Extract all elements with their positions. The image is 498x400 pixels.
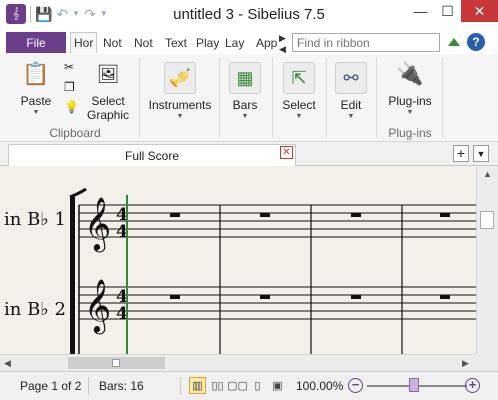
select-dropdown-icon: ▼ (295, 113, 303, 120)
bars-dropdown-icon: ▼ (241, 113, 249, 120)
title-bar: 𝄞 💾 ↶ ▼ ↷ ▼ untitled 3 - Sibelius 7.5 — … (0, 0, 498, 30)
zoom-out-icon[interactable]: − (348, 378, 363, 393)
select-label: Select (282, 98, 316, 112)
vertical-scroll-thumb[interactable] (480, 211, 494, 229)
select-button[interactable]: ⇱ Select ▼ (280, 62, 318, 122)
tab-play[interactable]: Play (193, 32, 219, 53)
status-bar: Page 1 of 2 Bars: 16 ▥ ▯▯ ▢▢ ▯ ▣ 100.00%… (0, 371, 498, 400)
group-divider (442, 58, 443, 138)
scroll-right-icon[interactable]: ▶ (462, 358, 469, 369)
zoom-slider-thumb[interactable] (409, 378, 419, 392)
scroll-grip (112, 359, 120, 367)
paste-dropdown-icon: ▼ (32, 109, 40, 116)
system-bracket (70, 197, 75, 354)
tab-note-input[interactable]: Not (100, 32, 128, 53)
close-tab-icon[interactable]: ✕ (280, 146, 293, 159)
status-divider (180, 377, 181, 395)
collapse-ribbon-icon[interactable] (448, 38, 460, 46)
ribbon-panel: 📋 Paste ▼ ✂ ❐ 💡 🖼 Select Graphic Clipboa… (0, 54, 498, 142)
plugins-label: Plug-ins (388, 94, 432, 108)
spreads-vertical-icon[interactable]: ▢▢ (227, 377, 248, 394)
plugins-dropdown-icon: ▼ (406, 109, 414, 116)
ribbon-search-input[interactable] (292, 33, 440, 52)
plugins-group-label: Plug-ins (388, 126, 432, 140)
lightbulb-icon[interactable]: 💡 (64, 100, 79, 114)
tab-text[interactable]: Text (162, 32, 192, 53)
tab-full-score[interactable]: Full Score (8, 144, 296, 166)
document-tab-bar: Full Score ✕ + ▼ (0, 142, 498, 166)
staff-1-rests (170, 213, 450, 217)
select-graphic-label-1: Select (91, 94, 125, 108)
tab-menu-dropdown-icon[interactable]: ▼ (473, 145, 489, 162)
status-divider (88, 377, 89, 395)
paste-label: Paste (20, 94, 52, 108)
group-divider (272, 58, 273, 138)
panorama-view-icon[interactable]: ▥ (189, 377, 206, 394)
tab-appearance[interactable]: App (253, 32, 279, 53)
tab-notations[interactable]: Not (131, 32, 160, 53)
plugins-button[interactable]: 🔌 Plug-ins ▼ (384, 58, 436, 118)
help-icon[interactable]: ? (467, 33, 485, 51)
maximize-button[interactable]: ☐ (434, 0, 461, 22)
horizontal-scrollbar[interactable]: ◀ ▶ (0, 354, 476, 371)
edit-button[interactable]: ⚯ Edit ▼ (332, 62, 370, 122)
scroll-left-icon[interactable]: ◀ (4, 358, 11, 369)
select-graphic-label-2: Graphic (86, 108, 130, 122)
treble-clef-icon: 𝄞 (84, 278, 111, 334)
tab-file[interactable]: File (6, 32, 66, 53)
tab-layout[interactable]: Lay (222, 32, 250, 53)
select-graphic-icon: 🖼 (96, 63, 120, 84)
clipboard-group-label: Clipboard (49, 126, 101, 140)
group-divider (139, 58, 140, 138)
tab-scroll-arrow-icon[interactable]: ▶ ◀ (279, 33, 289, 54)
score-svg: 𝄞 𝄞 4 4 4 4 (69, 187, 476, 354)
vertical-scrollbar[interactable]: ▲ (476, 167, 498, 355)
cut-icon[interactable]: ✂ (64, 60, 79, 74)
staff-1-name: in B♭ 1 (4, 209, 66, 230)
horizontal-scroll-thumb[interactable] (68, 357, 165, 369)
full-score-tab-label: Full Score (124, 148, 180, 163)
bars-button[interactable]: ▦ Bars ▼ (226, 62, 264, 122)
plug-icon: 🔌 (396, 61, 424, 86)
paste-button[interactable]: 📋 Paste ▼ (14, 58, 58, 118)
scroll-up-icon[interactable]: ▲ (483, 169, 492, 179)
single-page-icon[interactable]: ▯ (249, 377, 266, 394)
full-screen-icon[interactable]: ▣ (269, 377, 286, 394)
staff-2-name: in B♭ 2 (4, 299, 66, 320)
scroll-corner (476, 354, 498, 371)
select-graphic-button[interactable]: 🖼 Select Graphic (84, 58, 132, 123)
instruments-button[interactable]: 🎺 Instruments ▼ (146, 62, 214, 122)
page-indicator: Page 1 of 2 (20, 379, 82, 393)
spreads-horizontal-icon[interactable]: ▯▯ (209, 377, 226, 394)
score-canvas[interactable]: 𝄞 𝄞 4 4 4 4 in B♭ 1 in B♭ 2 (0, 167, 476, 354)
trumpet-icon: 🎺 (164, 62, 196, 94)
zoom-in-icon[interactable]: + (465, 378, 480, 393)
treble-clef-icon: 𝄞 (84, 196, 111, 252)
barlines (219, 205, 403, 354)
clipboard-icon: 📋 (22, 61, 50, 86)
close-button[interactable]: ✕ (461, 0, 498, 22)
edit-dropdown-icon: ▼ (347, 113, 355, 120)
bars-count: Bars: 16 (99, 379, 144, 393)
select-arrow-icon: ⇱ (283, 62, 315, 94)
staff-2-lines (79, 286, 476, 320)
staff-1-lines (79, 204, 476, 238)
tab-home[interactable]: Hor (70, 32, 97, 53)
edit-label: Edit (340, 98, 362, 112)
bars-label: Bars (232, 98, 258, 112)
instruments-dropdown-icon: ▼ (176, 113, 184, 120)
group-divider (219, 58, 220, 138)
group-divider (376, 58, 377, 138)
new-tab-plus-icon[interactable]: + (453, 145, 469, 162)
clipboard-small-tools: ✂ ❐ 💡 (64, 60, 79, 114)
minimize-button[interactable]: — (407, 0, 434, 22)
zoom-level: 100.00% (296, 379, 344, 393)
binoculars-icon: ⚯ (335, 62, 367, 94)
copy-icon[interactable]: ❐ (64, 80, 79, 94)
bars-icon: ▦ (229, 62, 261, 94)
staff-2-rests (170, 295, 450, 299)
instruments-label: Instruments (148, 98, 212, 112)
group-divider (326, 58, 327, 138)
